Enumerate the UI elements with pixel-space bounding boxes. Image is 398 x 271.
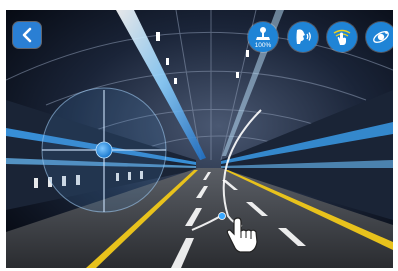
gyroscope-icon xyxy=(373,31,389,43)
gesture-control-button[interactable] xyxy=(327,22,357,52)
voice-control-button[interactable] xyxy=(288,22,318,52)
joystick-knob[interactable] xyxy=(95,141,113,159)
chevron-left-icon xyxy=(22,27,32,43)
joystick-speed-value: 100% xyxy=(254,42,272,49)
direction-joystick[interactable] xyxy=(41,87,167,213)
voice-control-icon xyxy=(296,29,311,44)
back-button[interactable] xyxy=(13,22,41,48)
joystick-mode-button[interactable]: 100% xyxy=(248,22,278,52)
throttle-handle[interactable] xyxy=(218,212,226,220)
drone-fpv-screen: 100% xyxy=(6,10,393,268)
joystick-icon xyxy=(256,27,270,40)
hand-gesture-icon xyxy=(333,29,351,45)
gravity-sensor-button[interactable] xyxy=(366,22,393,52)
